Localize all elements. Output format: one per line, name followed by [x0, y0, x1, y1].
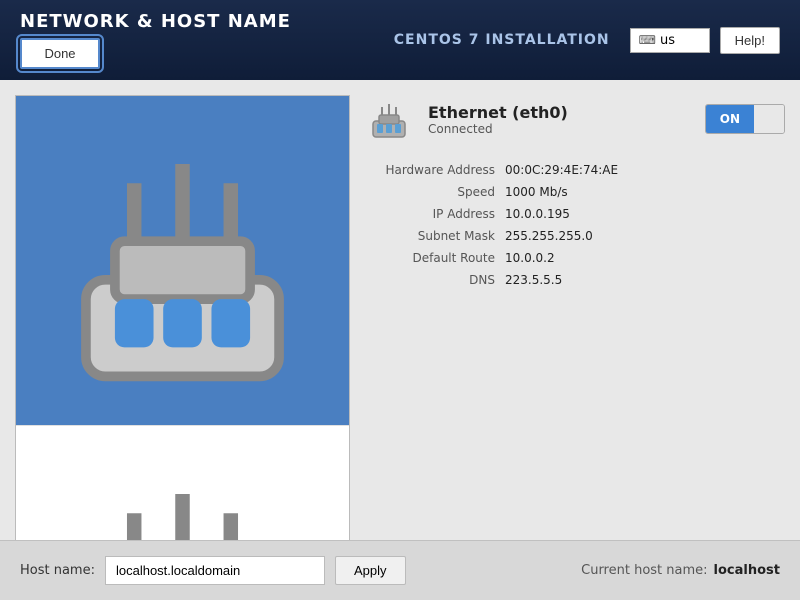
header: NETWORK & HOST NAME Done CENTOS 7 INSTAL… — [0, 0, 800, 80]
ip-value: 10.0.0.195 — [505, 207, 785, 221]
speed-label: Speed — [365, 185, 505, 199]
right-panel: Ethernet (eth0) Connected ON Hardware Ad… — [365, 95, 785, 585]
ethernet-icon-eth0 — [28, 106, 337, 415]
device-header: Ethernet (eth0) Connected ON — [365, 95, 785, 143]
keyboard-input[interactable]: ⌨ us — [630, 28, 710, 53]
page-title: NETWORK & HOST NAME — [20, 11, 291, 32]
device-info: Ethernet (eth0) Connected — [428, 103, 568, 136]
current-host-value: localhost — [714, 563, 780, 578]
apply-button[interactable]: Apply — [335, 556, 406, 585]
device-ethernet-icon — [365, 95, 413, 143]
interface-item-eth0[interactable]: Ethernet (eth0) Intel Corporation 82545E… — [16, 96, 349, 426]
detail-grid: Hardware Address 00:0C:29:4E:74:AE Speed… — [365, 163, 785, 287]
interface-item-eth1[interactable]: Ethernet (eth1) Intel Corporation 82545E… — [16, 426, 349, 548]
hostname-label: Host name: — [20, 563, 95, 578]
ip-label: IP Address — [365, 207, 505, 221]
hardware-address-label: Hardware Address — [365, 163, 505, 177]
iface-info-eth0: Ethernet (eth0) Intel Corporation 82545E… — [349, 246, 350, 275]
subnet-value: 255.255.255.0 — [505, 229, 785, 243]
hostname-input[interactable] — [105, 556, 325, 585]
route-label: Default Route — [365, 251, 505, 265]
current-host-section: Current host name: localhost — [581, 563, 780, 578]
left-panel: Ethernet (eth0) Intel Corporation 82545E… — [15, 95, 350, 585]
toggle-off-area[interactable] — [754, 105, 784, 133]
header-right: CENTOS 7 INSTALLATION ⌨ us Help! — [394, 27, 780, 54]
dns-label: DNS — [365, 273, 505, 287]
device-status: Connected — [428, 122, 568, 136]
device-name: Ethernet (eth0) — [428, 103, 568, 122]
toggle-switch[interactable]: ON — [705, 104, 785, 134]
interface-list: Ethernet (eth0) Intel Corporation 82545E… — [15, 95, 350, 548]
dns-value: 223.5.5.5 — [505, 273, 785, 287]
help-button[interactable]: Help! — [720, 27, 780, 54]
route-value: 10.0.0.2 — [505, 251, 785, 265]
current-host-label: Current host name: — [581, 563, 707, 578]
header-left: NETWORK & HOST NAME Done — [20, 11, 291, 69]
speed-value: 1000 Mb/s — [505, 185, 785, 199]
iface-desc-eth0: Intel Corporation 82545EM Gigabit Ethern… — [349, 262, 350, 275]
main-content: Ethernet (eth0) Intel Corporation 82545E… — [0, 80, 800, 600]
iface-name-eth0: Ethernet (eth0) — [349, 246, 350, 262]
centos-title: CENTOS 7 INSTALLATION — [394, 32, 610, 48]
keyboard-value: us — [660, 33, 675, 48]
toggle-on-label[interactable]: ON — [706, 105, 754, 133]
done-button[interactable]: Done — [20, 38, 100, 69]
subnet-label: Subnet Mask — [365, 229, 505, 243]
ethernet-icon-eth1 — [28, 436, 337, 548]
bottom-bar: Host name: Apply Current host name: loca… — [0, 540, 800, 600]
keyboard-icon: ⌨ — [639, 33, 656, 47]
hardware-address-value: 00:0C:29:4E:74:AE — [505, 163, 785, 177]
